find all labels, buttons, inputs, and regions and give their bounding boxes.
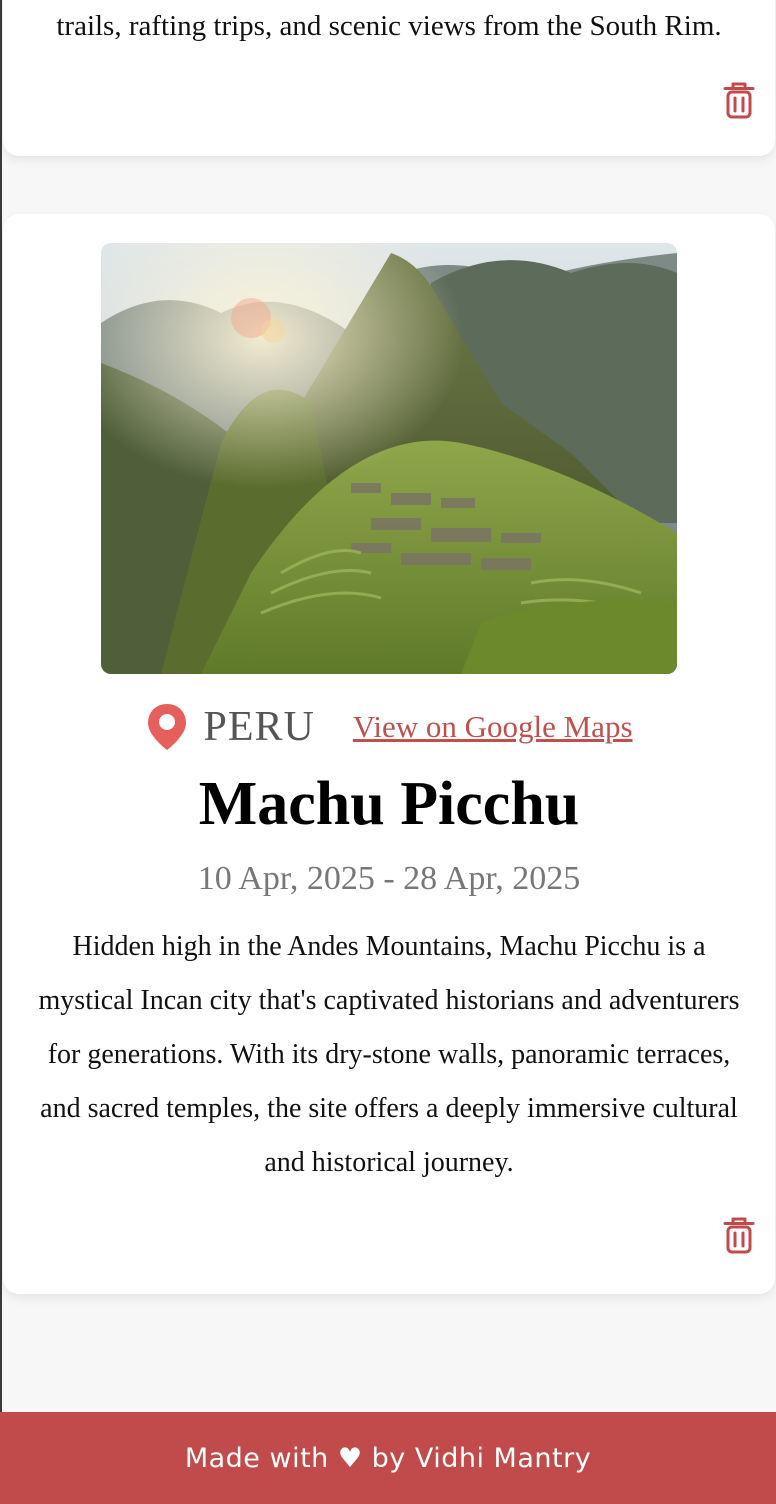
page-left-border xyxy=(0,0,2,1412)
destination-photo xyxy=(101,243,677,674)
entry-description: trails, rafting trips, and scenic views … xyxy=(56,10,722,42)
journal-entry-card: PERU View on Google Maps Machu Picchu 10… xyxy=(3,214,775,1294)
location-row: PERU View on Google Maps xyxy=(3,702,775,752)
location-pin-icon xyxy=(145,702,189,752)
footer-credit: Made with ♥ by Vidhi Mantry xyxy=(184,1442,592,1474)
journal-entry-card-previous: trails, rafting trips, and scenic views … xyxy=(3,0,775,156)
trip-dates: 10 Apr, 2025 - 28 Apr, 2025 xyxy=(197,860,581,897)
trash-icon[interactable] xyxy=(722,81,756,119)
trash-icon[interactable] xyxy=(722,1216,756,1254)
site-footer: Made with ♥ by Vidhi Mantry xyxy=(0,1412,776,1504)
entry-description: Hidden high in the Andes Mountains, Mach… xyxy=(38,931,740,1178)
google-maps-link[interactable]: View on Google Maps xyxy=(353,709,633,745)
country-label: PERU xyxy=(203,704,315,750)
destination-title: Machu Picchu xyxy=(198,770,580,838)
